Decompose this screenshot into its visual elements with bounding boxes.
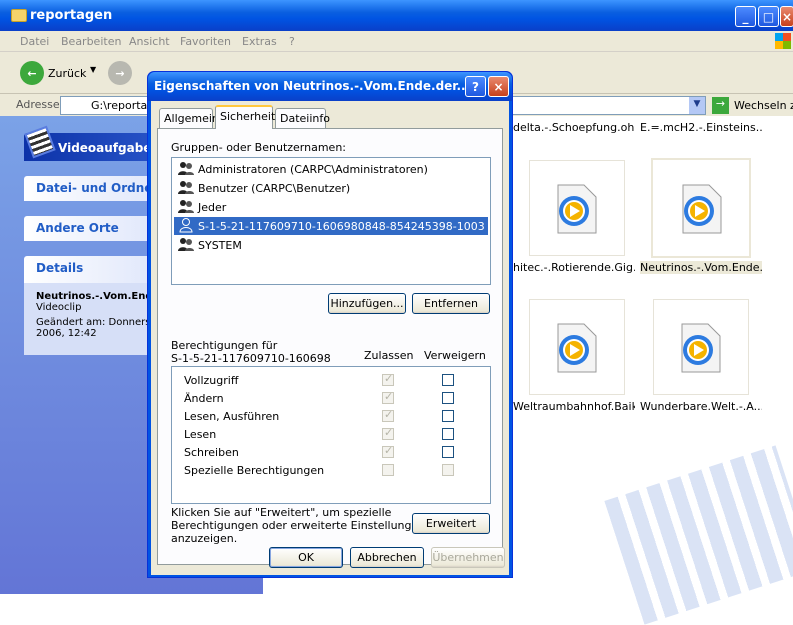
go-arrow-icon: → — [712, 97, 729, 114]
user-name: Jeder — [198, 201, 227, 214]
security-tab-panel: Gruppen- oder Benutzernamen: Administrat… — [157, 128, 503, 565]
deny-checkbox[interactable] — [442, 374, 454, 386]
user-group-icon — [178, 238, 194, 251]
go-button[interactable]: → Wechseln zu — [711, 96, 793, 115]
advanced-hint-line2: Berechtigungen oder erweiterte Einstellu… — [171, 519, 426, 532]
advanced-hint-line1: Klicken Sie auf "Erweitert", um speziell… — [171, 506, 392, 519]
allow-column-header: Zulassen — [364, 349, 414, 362]
dialog-title: Eigenschaften von Neutrinos.-.Vom.Ende.d… — [154, 79, 475, 93]
menubar: Datei Bearbeiten Ansicht Favoriten Extra… — [0, 31, 793, 52]
ok-button[interactable]: OK — [269, 547, 343, 568]
user-name: S-1-5-21-117609710-1606980848-854245398-… — [198, 220, 485, 233]
address-label: Adresse — [16, 98, 60, 111]
list-item-selected[interactable]: S-1-5-21-117609710-1606980848-854245398-… — [174, 217, 488, 235]
users-list[interactable]: Administratoren (CARPC\Administratoren) … — [171, 157, 491, 285]
user-name: SYSTEM — [198, 239, 242, 252]
deny-checkbox[interactable] — [442, 428, 454, 440]
forward-arrow-icon[interactable]: → — [108, 61, 132, 85]
dialog-titlebar[interactable]: Eigenschaften von Neutrinos.-.Vom.Ende.d… — [148, 72, 512, 101]
menu-item-ansicht[interactable]: Ansicht — [129, 35, 170, 48]
permission-name: Lesen — [184, 428, 217, 441]
explorer-titlebar[interactable]: reportagen _ □ × — [0, 0, 793, 31]
allow-checkbox — [382, 390, 394, 404]
deny-checkbox[interactable] — [442, 410, 454, 422]
media-file-icon — [681, 323, 721, 373]
go-label: Wechseln zu — [734, 99, 793, 112]
groups-label: Gruppen- oder Benutzernamen: — [171, 141, 347, 154]
list-item[interactable]: Benutzer (CARPC\Benutzer) — [174, 179, 488, 197]
dialog-close-button[interactable]: × — [488, 76, 509, 97]
properties-dialog: Eigenschaften von Neutrinos.-.Vom.Ende.d… — [147, 71, 513, 578]
user-group-icon — [178, 162, 194, 175]
file-label[interactable]: delta.-.Schoepfung.oh... — [513, 121, 635, 134]
file-thumbnail[interactable] — [529, 299, 625, 395]
deny-checkbox[interactable] — [442, 392, 454, 404]
deny-checkbox[interactable] — [442, 446, 454, 458]
tab-dateiinfo[interactable]: Dateiinfo — [275, 108, 330, 128]
list-item[interactable]: Administratoren (CARPC\Administratoren) — [174, 160, 488, 178]
user-group-icon — [178, 181, 194, 194]
window-title: reportagen — [30, 8, 113, 23]
allow-checkbox — [382, 464, 394, 476]
tab-allgemein[interactable]: Allgemein — [159, 108, 219, 128]
permission-name: Lesen, Ausführen — [184, 410, 280, 423]
list-item[interactable]: Jeder — [174, 198, 488, 216]
remove-button[interactable]: Entfernen — [412, 293, 490, 314]
back-button-label[interactable]: Zurück — [48, 67, 86, 80]
deny-column-header: Verweigern — [424, 349, 486, 362]
perms-for-label: Berechtigungen für — [171, 339, 278, 352]
menu-item-favoriten[interactable]: Favoriten — [180, 35, 231, 48]
permission-name: Ändern — [184, 392, 224, 405]
apply-button: Übernehmen — [431, 547, 505, 568]
perms-for-user: S-1-5-21-117609710-1606980848 — [171, 352, 331, 365]
details-label: Details — [36, 261, 84, 275]
file-label-selected[interactable]: Neutrinos.-.Vom.Ende... — [640, 261, 762, 274]
video-tasks-label: Videoaufgaben — [58, 141, 160, 155]
file-thumbnail[interactable] — [653, 299, 749, 395]
user-name: Benutzer (CARPC\Benutzer) — [198, 182, 351, 195]
media-file-icon — [557, 184, 597, 234]
add-button[interactable]: Hinzufügen... — [328, 293, 406, 314]
back-dropdown-icon[interactable]: ▼ — [90, 65, 96, 74]
allow-checkbox — [382, 426, 394, 440]
file-label[interactable]: Wunderbare.Welt.-.A... — [640, 400, 762, 413]
user-group-icon — [178, 200, 194, 213]
folder-icon — [11, 9, 27, 22]
permission-name: Spezielle Berechtigungen — [184, 464, 325, 477]
menu-item-help[interactable]: ? — [289, 35, 295, 48]
permission-name: Schreiben — [184, 446, 239, 459]
menu-item-bearbeiten[interactable]: Bearbeiten — [61, 35, 121, 48]
media-file-icon — [557, 323, 597, 373]
address-dropdown-icon[interactable]: ▼ — [689, 97, 705, 114]
advanced-hint-line3: anzuzeigen. — [171, 532, 238, 545]
allow-checkbox — [382, 408, 394, 422]
user-name: Administratoren (CARPC\Administratoren) — [198, 163, 428, 176]
media-file-icon — [682, 184, 722, 234]
minimize-button[interactable]: _ — [735, 6, 756, 27]
file-thumbnail-selected[interactable] — [651, 158, 751, 258]
tab-sicherheit[interactable]: Sicherheit — [215, 105, 275, 129]
advanced-button[interactable]: Erweitert — [412, 513, 490, 534]
windows-logo-icon — [775, 33, 791, 49]
permission-name: Vollzugriff — [184, 374, 239, 387]
help-button[interactable]: ? — [465, 76, 486, 97]
list-item[interactable]: SYSTEM — [174, 236, 488, 254]
maximize-button[interactable]: □ — [758, 6, 779, 27]
unknown-user-icon — [179, 218, 193, 233]
close-button[interactable]: × — [780, 6, 793, 27]
back-arrow-icon[interactable]: ← — [20, 61, 44, 85]
dialog-body: Allgemein Sicherheit Dateiinfo Gruppen- … — [151, 101, 509, 575]
file-label[interactable]: E.=.mcH2.-.Einsteins... — [640, 121, 762, 134]
file-label[interactable]: hitec.-.Rotierende.Gig... — [513, 261, 635, 274]
menu-item-datei[interactable]: Datei — [20, 35, 49, 48]
cancel-button[interactable]: Abbrechen — [350, 547, 424, 568]
menu-item-extras[interactable]: Extras — [242, 35, 277, 48]
other-places-label: Andere Orte — [36, 221, 119, 235]
allow-checkbox — [382, 372, 394, 386]
file-label[interactable]: Weltraumbahnhof.Baik... — [513, 400, 635, 413]
permissions-list[interactable]: Vollzugriff Ändern Lesen, Ausführen Lese… — [171, 366, 491, 504]
allow-checkbox — [382, 444, 394, 458]
file-thumbnail[interactable] — [529, 160, 625, 256]
deny-checkbox — [442, 464, 454, 476]
